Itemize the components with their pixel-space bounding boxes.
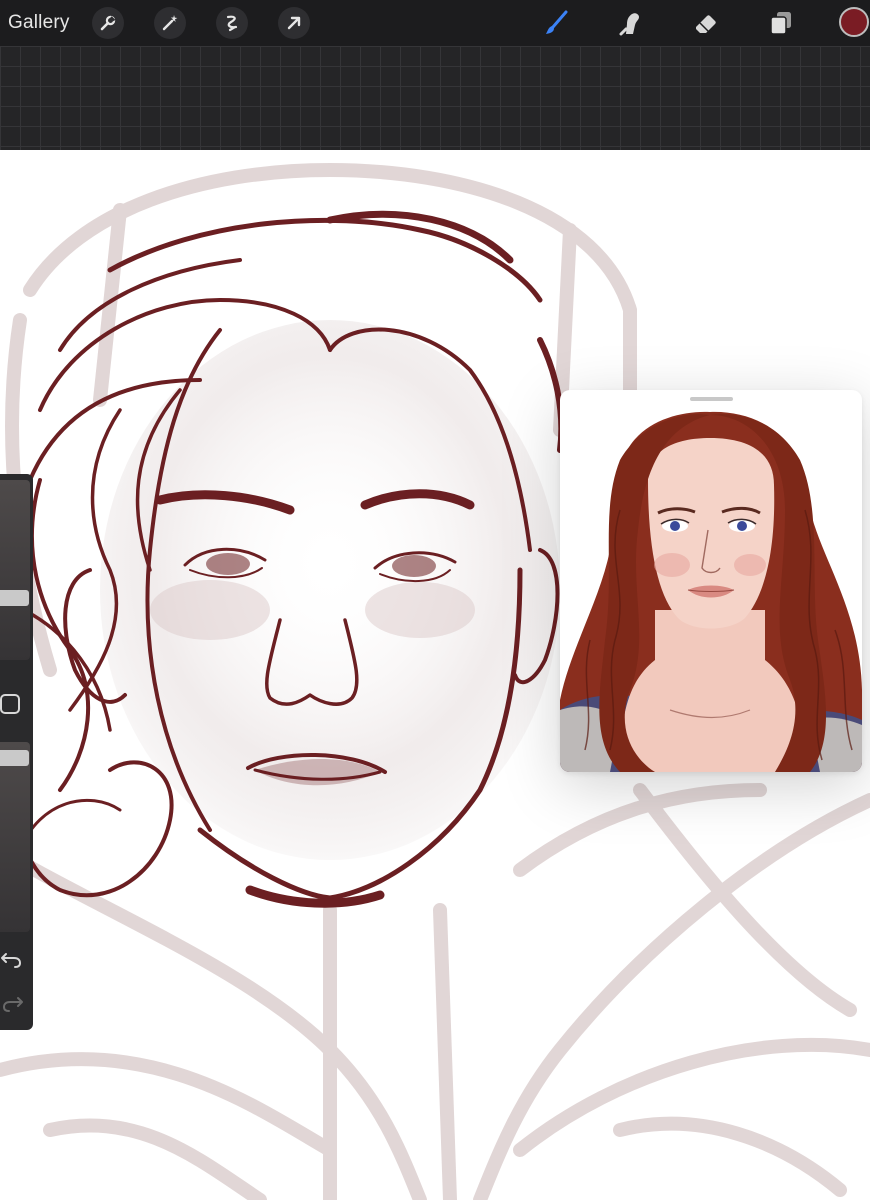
top-toolbar: Gallery [0, 0, 870, 46]
reference-image [560, 411, 862, 772]
layers-tool[interactable] [766, 8, 796, 38]
smudge-icon [619, 13, 639, 36]
opacity-slider[interactable] [0, 742, 30, 932]
color-picker-button[interactable] [839, 7, 869, 37]
selection-button[interactable] [216, 7, 248, 39]
reference-window[interactable] [560, 390, 862, 772]
undo-icon[interactable] [0, 946, 24, 970]
brush-icon [546, 10, 568, 34]
redo-icon[interactable] [0, 990, 24, 1014]
gallery-button[interactable]: Gallery [8, 12, 70, 34]
smudge-tool[interactable] [616, 8, 646, 38]
magic-wand-icon [162, 15, 178, 31]
workspace-grid [0, 46, 870, 150]
transform-arrow-icon [287, 16, 301, 30]
eraser-icon [696, 15, 716, 33]
selection-icon [226, 15, 238, 32]
eraser-tool[interactable] [691, 8, 721, 38]
actions-button[interactable] [92, 7, 124, 39]
brush-size-slider[interactable] [0, 480, 30, 660]
adjustments-button[interactable] [154, 7, 186, 39]
layers-icon [770, 12, 791, 35]
wrench-icon [100, 15, 116, 31]
opacity-thumb[interactable] [0, 750, 29, 766]
brush-tool[interactable] [541, 8, 571, 38]
brush-size-thumb[interactable] [0, 590, 29, 606]
transform-button[interactable] [278, 7, 310, 39]
modify-button[interactable] [0, 694, 20, 714]
left-sidebar [0, 474, 33, 1030]
